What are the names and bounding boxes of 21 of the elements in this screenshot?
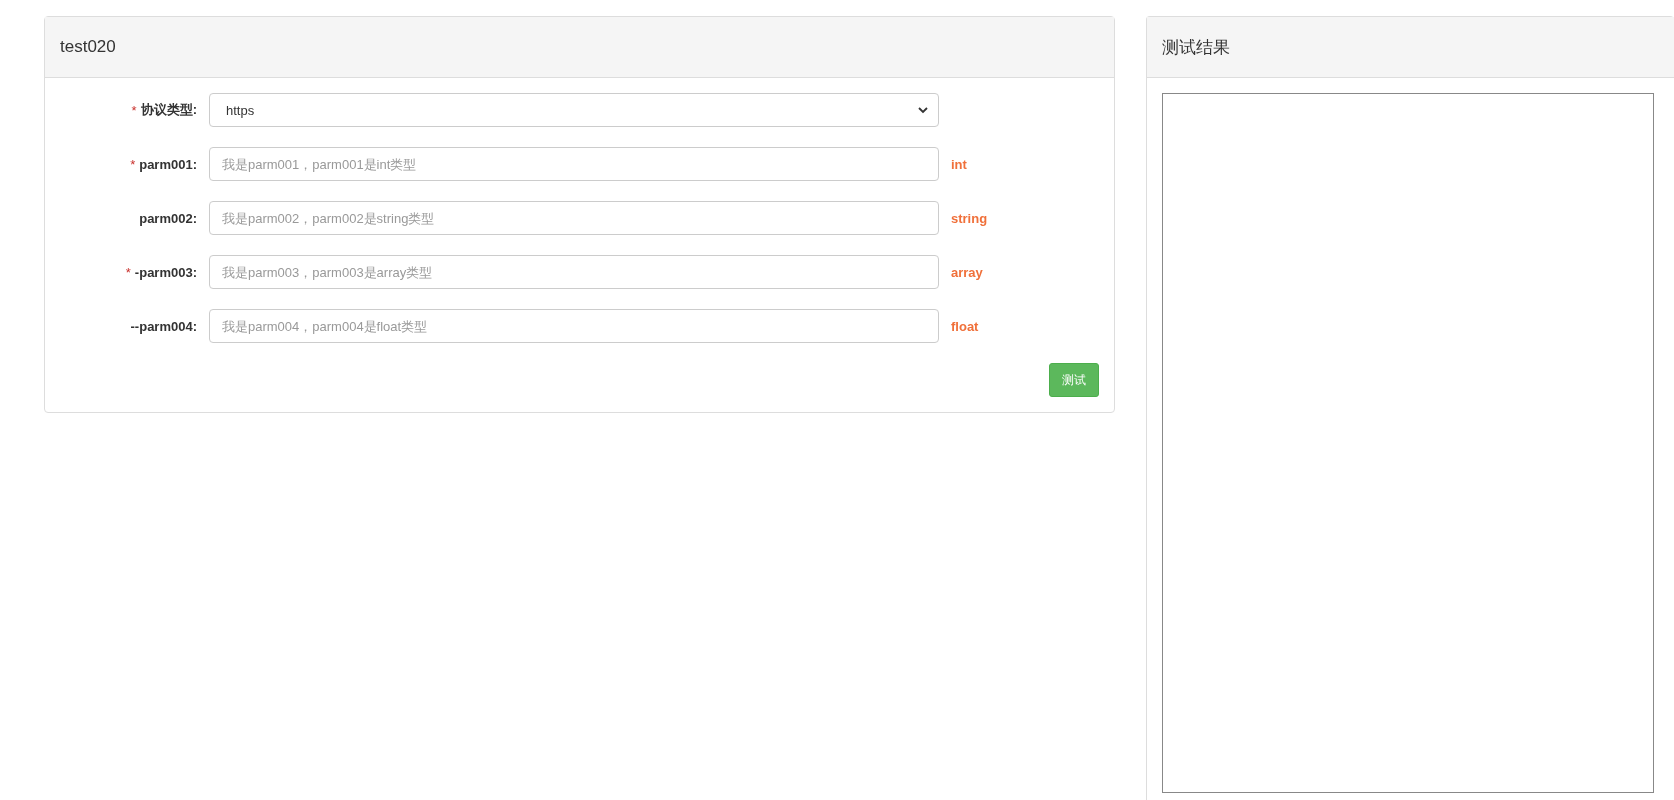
type-label: string	[951, 210, 988, 226]
type-label: int	[951, 156, 967, 172]
param-input[interactable]: 我是parm001，parm001是int类型	[209, 147, 939, 181]
required-mark: *	[130, 156, 136, 172]
field-label: --parm004:	[130, 318, 197, 334]
required-mark: *	[125, 264, 131, 280]
chevron-down-icon	[918, 106, 928, 114]
result-textarea[interactable]	[1161, 93, 1654, 793]
param-input[interactable]: 我是parm003，parm003是array类型	[209, 255, 939, 289]
protocol-select[interactable]: https	[209, 93, 939, 127]
type-label: float	[951, 318, 979, 334]
required-mark: *	[131, 102, 137, 118]
field-label: parm001:	[139, 156, 197, 172]
field-label: -parm003:	[134, 264, 197, 280]
param-input[interactable]: 我是parm004，parm004是float类型	[209, 309, 939, 343]
panel-title: test020	[60, 37, 116, 57]
field-label: 协议类型:	[140, 101, 197, 119]
type-label: array	[951, 264, 983, 280]
param-input[interactable]: 我是parm002，parm002是string类型	[209, 201, 939, 235]
panel-title: 测试结果	[1161, 36, 1230, 59]
field-label: parm002:	[139, 210, 197, 226]
